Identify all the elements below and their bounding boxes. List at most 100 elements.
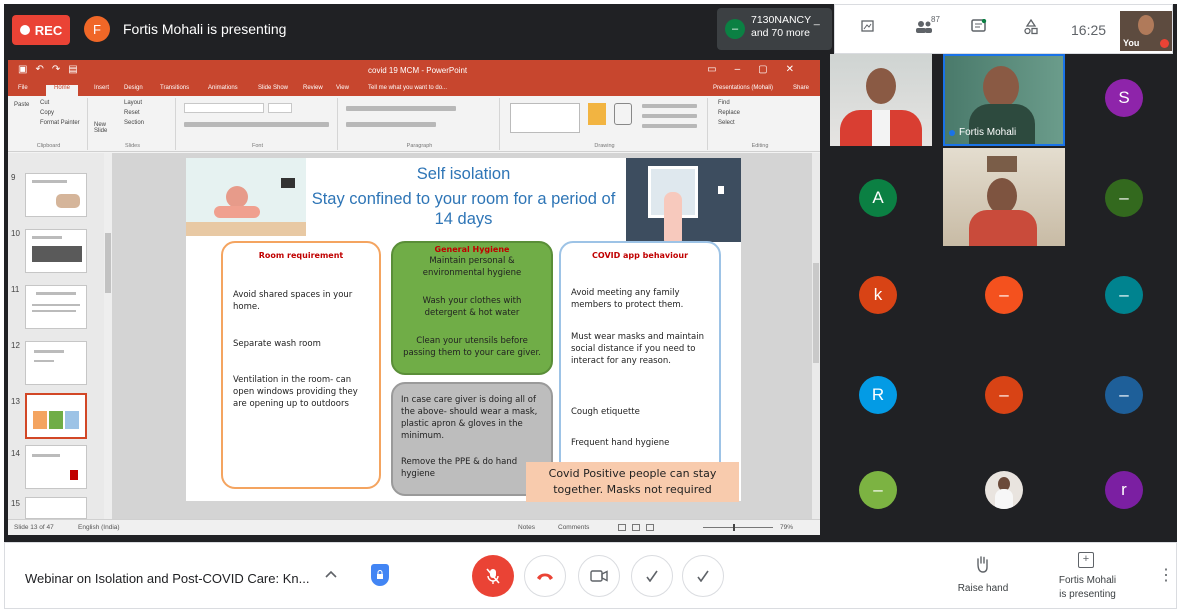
recording-indicator: REC [12,15,70,45]
align-buttons-row[interactable] [346,122,436,127]
presenting-status[interactable]: Fortis Mohali is presenting [1050,574,1125,602]
font-name-box[interactable] [184,103,264,113]
reset-button[interactable]: Reset [124,110,140,116]
font-size-box[interactable] [268,103,292,113]
tab-animations[interactable]: Animations [208,85,238,91]
status-language[interactable]: English (India) [78,524,120,531]
camera-button[interactable] [578,555,620,597]
select-button[interactable]: Select [718,120,735,126]
paste-button[interactable]: Paste [14,102,29,108]
quick-styles-button[interactable] [614,103,632,125]
share-button[interactable]: Share [793,85,809,91]
ppt-title-bar: ▣↶↷▤ covid 19 MCM - PowerPoint ▭–▢✕ [8,60,820,84]
participant-tile[interactable]: r [1064,442,1181,542]
slide-thumbnail[interactable] [25,173,87,217]
care-text-2: Remove the PPE & do hand hygiene [401,457,518,479]
zoom-slider-thumb[interactable] [733,524,735,531]
tab-review[interactable]: Review [303,85,323,91]
tell-me-box[interactable]: Tell me what you want to do... [368,85,447,91]
check-button-2[interactable] [682,555,724,597]
participant-tile[interactable]: S [1064,54,1181,154]
participant-tile[interactable]: A [824,146,944,246]
tab-design[interactable]: Design [124,85,143,91]
participant-avatar: – [1105,179,1143,217]
leave-call-button[interactable] [524,555,566,597]
participant-tile[interactable]: – [1064,344,1181,444]
tab-home[interactable]: Home [46,85,79,96]
view-buttons[interactable] [618,524,678,532]
slide-thumbnail[interactable] [25,497,87,519]
tab-view[interactable]: View [336,85,349,91]
meeting-title[interactable]: Webinar on Isolation and Post-COVID Care… [25,571,309,586]
thumbnail-scroll-thumb[interactable] [105,233,111,293]
thumb-number: 10 [11,229,20,238]
chat-icon[interactable] [971,18,987,38]
participant-tile[interactable]: – [944,244,1064,344]
copy-button[interactable]: Copy [40,110,54,116]
slide-thumbnail[interactable] [25,341,87,385]
canvas-scroll-thumb[interactable] [813,263,819,363]
participant-avatar: r [1105,471,1143,509]
shape-outline-button[interactable] [642,114,697,118]
participant-video-1[interactable] [830,54,932,146]
find-button[interactable]: Find [718,100,730,106]
hygiene-heading: General Hygiene [434,245,510,254]
canvas-scrollbar[interactable] [812,153,820,519]
participant-tile[interactable]: – [824,442,944,542]
slide-thumbnail-selected[interactable] [25,393,87,439]
zoom-level[interactable]: 79% [780,524,793,531]
shape-fill-button[interactable] [642,104,697,108]
speaker-chip[interactable]: – 7130NANCY _ and 70 more [717,8,832,50]
activities-icon[interactable] [1023,18,1039,38]
participant-video-2[interactable] [943,148,1065,246]
replace-button[interactable]: Replace [718,110,740,116]
comments-button[interactable]: Comments [558,524,589,531]
meeting-toolbar: 87 16:25 You [834,4,1173,54]
format-painter-button[interactable]: Format Painter [40,120,80,126]
fortis-mohali-video[interactable]: Fortis Mohali [943,54,1065,146]
window-controls[interactable]: ▭–▢✕ [707,64,812,75]
tab-file[interactable]: File [18,85,28,91]
new-slide-button[interactable]: New Slide [94,122,116,134]
participant-avatar: – [1105,276,1143,314]
participant-tile[interactable]: – [944,344,1064,444]
broken-image-icon [861,19,875,36]
ppt-status-bar: Slide 13 of 47 English (India) Notes Com… [8,519,820,535]
shield-icon[interactable] [371,564,389,586]
slide-thumbnail[interactable] [25,229,87,273]
zoom-slider[interactable] [703,524,773,531]
room-text-3: Ventilation in the room- can open window… [233,375,358,409]
participant-tile[interactable] [944,442,1064,542]
section-button[interactable]: Section [124,120,144,126]
layout-button[interactable]: Layout [124,100,142,106]
raise-hand-icon[interactable] [975,555,989,578]
tab-transitions[interactable]: Transitions [160,85,189,91]
cut-button[interactable]: Cut [40,100,49,106]
participant-tile[interactable]: – [1064,146,1181,246]
check-button[interactable] [631,555,673,597]
people-count: 87 [931,15,940,24]
ppt-tabs: File Home Insert Design Transitions Anim… [8,84,820,96]
thumbnail-scrollbar[interactable] [104,153,112,519]
participant-tile[interactable]: k [824,244,944,344]
shape-effects-button[interactable] [642,124,697,128]
more-options-icon[interactable]: ⋮ [1158,565,1174,585]
self-view-tile[interactable]: You [1120,11,1172,51]
quick-access-icons[interactable]: ▣↶↷▤ [18,64,86,75]
participant-tile[interactable]: – [1064,244,1181,344]
slide-thumbnail[interactable] [25,445,87,489]
participant-tile[interactable]: R [824,344,944,444]
present-now-icon[interactable]: + [1078,552,1094,568]
participant-face [866,68,896,104]
mic-off-button[interactable] [472,555,514,597]
font-format-row[interactable] [184,122,329,127]
raise-hand-label[interactable]: Raise hand [953,583,1013,594]
tab-insert[interactable]: Insert [94,85,109,91]
list-buttons-row[interactable] [346,106,456,111]
shapes-gallery[interactable] [510,103,580,133]
slide-thumbnail[interactable] [25,285,87,329]
notes-button[interactable]: Notes [518,524,535,531]
chevron-up-icon[interactable] [325,566,337,581]
arrange-button[interactable] [588,103,606,125]
tab-slideshow[interactable]: Slide Show [258,85,288,91]
